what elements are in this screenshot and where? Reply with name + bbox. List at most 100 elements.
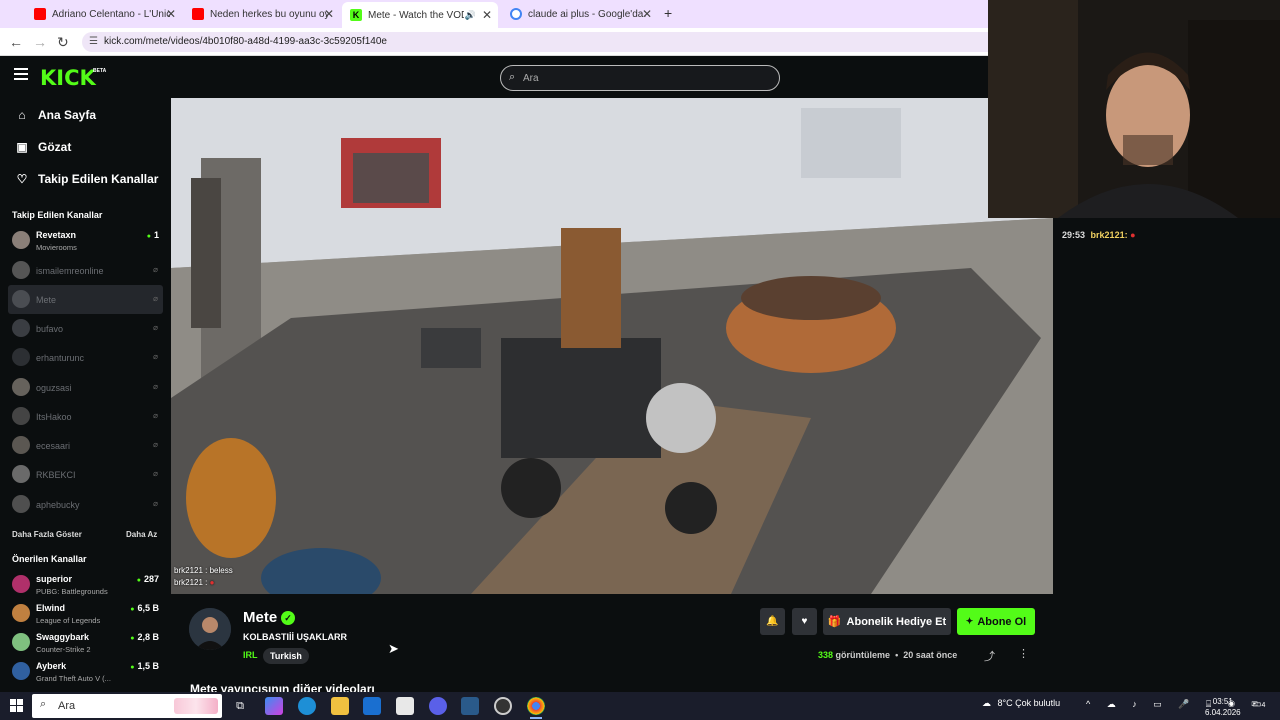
mail-icon[interactable] (363, 697, 381, 715)
close-icon[interactable]: ✕ (642, 7, 652, 21)
followed-channel[interactable]: oguzsasi ⌀ (8, 373, 163, 402)
notification-button[interactable]: 🔔 (760, 608, 785, 635)
channel-name[interactable]: Mete (243, 609, 277, 626)
followed-channel[interactable]: Mete ⌀ (8, 285, 163, 314)
category-link[interactable]: IRL (243, 650, 258, 660)
chat-time: 29:53 (1062, 230, 1086, 240)
url-field[interactable]: ☰ kick.com/mete/videos/4b010f80-a48d-419… (82, 32, 988, 52)
search-input[interactable]: ⌕ Ara (500, 65, 780, 91)
recommended-channel[interactable]: superior PUBG: Battlegrounds 287 (8, 570, 163, 599)
browser-tab-1[interactable]: Adriano Celentano - L'Unica Chi ✕ (26, 3, 182, 25)
channel-category: PUBG: Battlegrounds (36, 587, 108, 596)
store-icon[interactable] (396, 697, 414, 715)
search-highlight-image (174, 698, 218, 714)
weather-text: 8°C Çok bulutlu (997, 698, 1061, 708)
recommended-channel[interactable]: Ayberk Grand Theft Auto V (... 1,5 B (8, 657, 163, 686)
followed-channel[interactable]: RKBEKCI ⌀ (8, 460, 163, 489)
channel-avatar[interactable] (189, 608, 231, 650)
avatar (12, 378, 30, 396)
speaker-icon[interactable]: 🔊 (465, 10, 476, 21)
close-icon[interactable]: ✕ (324, 7, 334, 21)
followed-channel[interactable]: ItsHakoo ⌀ (8, 402, 163, 431)
start-button[interactable] (10, 699, 23, 712)
site-info-icon[interactable]: ☰ (89, 32, 98, 52)
language-tag[interactable]: Turkish (263, 648, 309, 664)
new-tab-button[interactable]: + (664, 5, 672, 21)
channel-name: Swaggybark (36, 632, 90, 642)
followed-channel[interactable]: erhanturunc ⌀ (8, 343, 163, 372)
avatar (12, 495, 30, 513)
weather-widget[interactable]: ☁ 8°C Çok bulutlu (982, 698, 1060, 709)
video-frame (171, 98, 1053, 594)
offline-icon: ⌀ (153, 469, 158, 478)
browser-tab-2[interactable]: Neden herkes bu oyunu oynam ✕ (184, 3, 340, 25)
sidebar-item-home[interactable]: ⌂ Ana Sayfa (15, 108, 96, 122)
tab-title: Mete - Watch the VOD on K (368, 9, 464, 21)
subscribe-button[interactable]: ✦ Abone Ol (957, 608, 1035, 635)
offline-icon: ⌀ (153, 382, 158, 391)
channel-name: RKBEKCI (36, 470, 76, 480)
avatar (12, 348, 30, 366)
gift-icon: 🎁 (827, 616, 842, 628)
view-count: 338 (818, 650, 834, 660)
video-chat-overlay: brk2121 : beless brk2121 : ● (174, 566, 233, 590)
menu-icon[interactable] (14, 68, 28, 80)
browser-tab-3[interactable]: K Mete - Watch the VOD on K 🔊 ✕ (342, 2, 498, 28)
video-stats: 338 görüntüleme • 20 saat önce (818, 650, 958, 660)
sidebar-item-browse[interactable]: ▣ Gözat (15, 140, 71, 154)
file-explorer-icon[interactable] (331, 697, 349, 715)
app-icon[interactable] (461, 697, 479, 715)
nav-label: Ana Sayfa (38, 108, 97, 122)
offline-icon: ⌀ (153, 440, 158, 449)
close-icon[interactable]: ✕ (166, 7, 176, 21)
browse-icon: ▣ (16, 140, 28, 154)
followed-channel[interactable]: ismailemreonline ⌀ (8, 256, 163, 285)
recommended-channel[interactable]: Swaggybark Counter-Strike 2 2,8 B (8, 628, 163, 657)
recommended-channel[interactable]: Elwind League of Legends 6,5 B (8, 599, 163, 628)
overlay-user: brk2121 (174, 578, 203, 587)
channel-name: Elwind (36, 603, 65, 613)
follow-button[interactable]: ♥ (792, 608, 817, 635)
followed-channel[interactable]: bufavo ⌀ (8, 314, 163, 343)
video-title: KOLBASTIİİ UŞAKLARR (243, 632, 347, 642)
taskbar-clock[interactable]: 03:51 6.04.2026 (1205, 696, 1241, 718)
close-icon[interactable]: ✕ (482, 8, 492, 22)
overlay-message: brk2121 : ● (174, 578, 215, 587)
video-player[interactable] (171, 98, 1053, 594)
more-options-icon[interactable]: ⋮ (1018, 647, 1029, 660)
sidebar-item-following[interactable]: ♡ Takip Edilen Kanallar (15, 172, 159, 186)
notification-center[interactable]: ▭4 (1252, 699, 1265, 710)
webcam-frame (988, 0, 1280, 218)
obs-icon[interactable] (494, 697, 512, 715)
edge-icon[interactable] (298, 697, 316, 715)
avatar (12, 633, 30, 651)
kick-logo[interactable]: KICK (40, 66, 96, 90)
followed-channel[interactable]: Revetaxn Movierooms 1 (8, 226, 163, 255)
channel-category: Counter-Strike 2 (36, 645, 91, 654)
gift-subscription-button[interactable]: 🎁 Abonelik Hediye Et (823, 608, 951, 635)
taskbar-search[interactable]: ⌕ Ara (32, 694, 222, 718)
browser-tab-4[interactable]: claude ai plus - Google'da Ara ✕ (502, 3, 658, 25)
heart-icon: ♡ (16, 172, 28, 186)
channel-name: oguzsasi (36, 383, 72, 393)
discord-icon[interactable] (429, 697, 447, 715)
copilot-icon[interactable] (265, 697, 283, 715)
chrome-icon[interactable] (527, 697, 545, 719)
reload-icon[interactable]: ↻ (57, 34, 69, 51)
followed-channel[interactable]: aphebucky ⌀ (8, 490, 163, 519)
chat-user[interactable]: brk2121: (1091, 230, 1128, 240)
clock-time: 03:51 (1212, 697, 1233, 706)
share-icon[interactable]: ⤴ (984, 648, 995, 664)
channel-name: ItsHakoo (36, 412, 72, 422)
avatar (12, 407, 30, 425)
task-view-icon[interactable]: ⧉ (231, 697, 249, 715)
followed-channel[interactable]: ecesaari ⌀ (8, 431, 163, 460)
show-less-link[interactable]: Daha Az (126, 530, 157, 539)
show-more-link[interactable]: Daha Fazla Göster (12, 530, 82, 539)
avatar (12, 662, 30, 680)
forward-icon[interactable]: → (33, 34, 47, 50)
back-icon[interactable]: ← (9, 34, 23, 50)
channel-category: League of Legends (36, 616, 101, 625)
notification-count: 4 (1261, 702, 1266, 709)
verified-icon: ✓ (281, 611, 295, 625)
